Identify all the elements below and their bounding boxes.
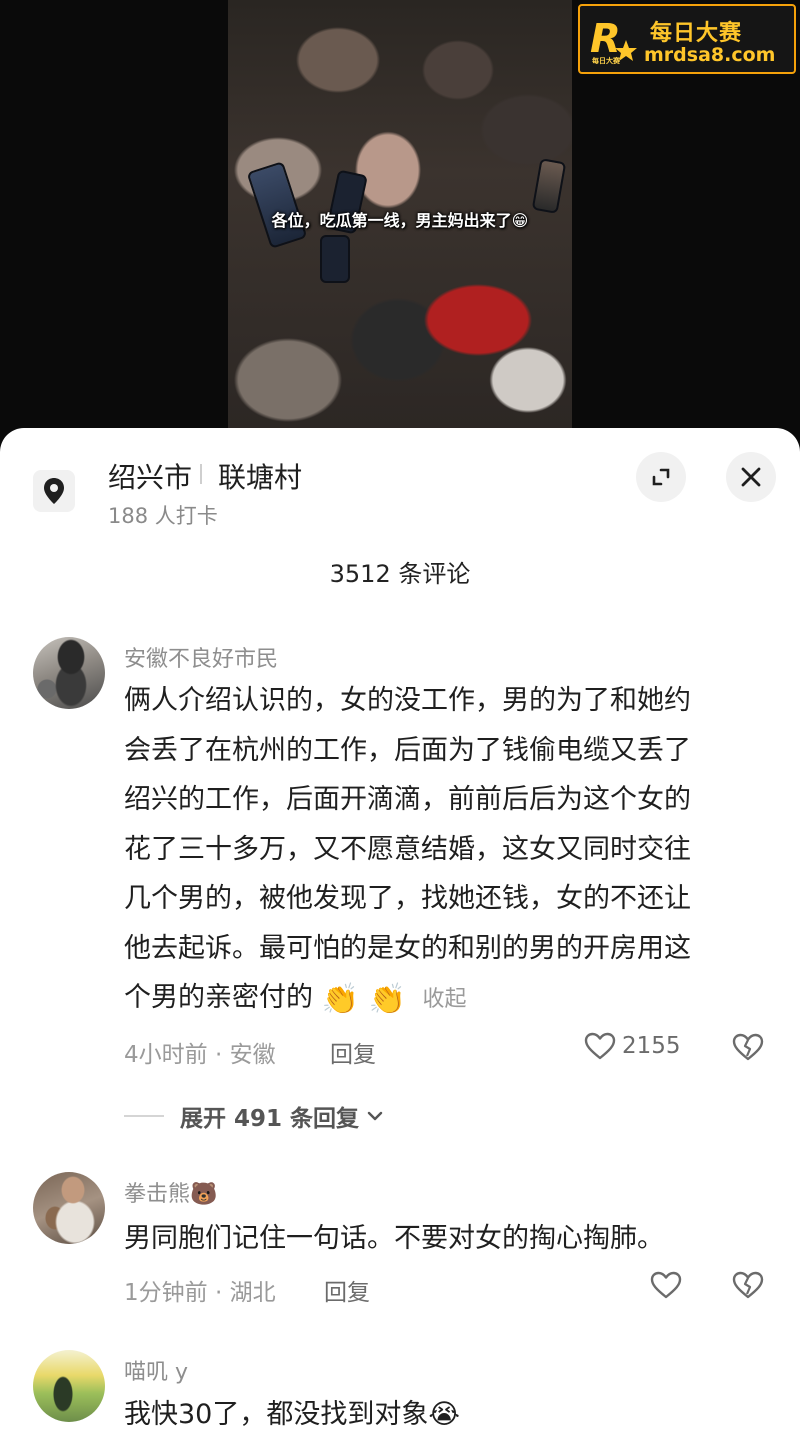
comment-count: 3512 条评论 bbox=[329, 560, 471, 588]
broken-heart-icon bbox=[732, 1033, 764, 1061]
comment-username[interactable]: 安徽不良好市民 bbox=[124, 641, 278, 673]
heart-icon bbox=[650, 1271, 682, 1299]
heart-icon bbox=[584, 1032, 616, 1060]
dislike-button[interactable] bbox=[732, 1270, 764, 1304]
comment-text-line: 会丢了在杭州的工作，后面为了钱偷电缆又丢了 bbox=[124, 734, 691, 766]
location-separator bbox=[200, 464, 202, 484]
comment-meta: 4小时前 · 安徽 bbox=[124, 1042, 276, 1068]
expand-divider bbox=[124, 1115, 164, 1117]
comment-meta: 1分钟前 · 湖北 bbox=[124, 1280, 276, 1306]
comment-text: 男同胞们记住一句话。不要对女的掏心掏肺。 bbox=[124, 1223, 664, 1254]
close-icon bbox=[741, 467, 761, 487]
comment-item: 拳击熊🐻 男同胞们记住一句话。不要对女的掏心掏肺。 1分钟前 · 湖北 回复 bbox=[0, 1172, 800, 1312]
expand-button[interactable] bbox=[636, 452, 686, 502]
like-button[interactable]: 2155 bbox=[584, 1031, 681, 1061]
like-button[interactable] bbox=[650, 1270, 682, 1300]
video-scene-phone bbox=[320, 235, 350, 283]
avatar[interactable] bbox=[33, 1350, 105, 1422]
comment-text-tail: 个男的亲密付的 bbox=[124, 982, 313, 1013]
comment-text-line: 几个男的，被他发现了，找她还钱，女的不还让 bbox=[124, 883, 691, 914]
like-count: 2155 bbox=[622, 1033, 681, 1059]
video-caption: 各位，吃瓜第一线，男主妈出来了😁 bbox=[271, 211, 529, 230]
watermark-small-text: 每日大赛 bbox=[592, 57, 620, 65]
collapse-link[interactable]: 收起 bbox=[422, 987, 466, 1012]
video-scene-phone bbox=[246, 161, 308, 249]
location-pin-icon[interactable] bbox=[33, 470, 75, 512]
reply-button[interactable]: 回复 bbox=[324, 1273, 370, 1307]
expand-icon bbox=[652, 468, 670, 486]
comment-sheet: 绍兴市 联塘村 188 人打卡 3512 条评论 安徽不良好市民 俩人介绍认识的… bbox=[0, 428, 800, 1452]
avatar[interactable] bbox=[33, 637, 105, 709]
avatar[interactable] bbox=[33, 1172, 105, 1244]
comment-text: 俩人介绍认识的，女的没工作，男的为了和她约 会丢了在杭州的工作，后面为了钱偷电缆… bbox=[124, 676, 764, 1025]
watermark-logo: R 每日大赛 每日大赛 mrdsa8.com bbox=[578, 4, 796, 74]
location-city[interactable]: 绍兴市 bbox=[108, 456, 192, 496]
comment-username[interactable]: 拳击熊🐻 bbox=[124, 1176, 217, 1208]
comment-text-line: 俩人介绍认识的，女的没工作，男的为了和她约 bbox=[124, 685, 691, 716]
video-frame[interactable]: 各位，吃瓜第一线，男主妈出来了😁 bbox=[228, 0, 572, 430]
broken-heart-icon bbox=[732, 1271, 764, 1299]
watermark-site: mrdsa8.com bbox=[644, 44, 776, 66]
comment-text-line: 绍兴的工作，后面开滴滴，前前后后为这个女的 bbox=[124, 784, 691, 815]
comment-item: 安徽不良好市民 俩人介绍认识的，女的没工作，男的为了和她约 会丢了在杭州的工作，… bbox=[0, 637, 800, 1132]
expand-replies-label: 展开 491 条回复 bbox=[180, 1106, 360, 1132]
reply-button[interactable]: 回复 bbox=[330, 1035, 376, 1069]
close-button[interactable] bbox=[726, 452, 776, 502]
location-checkins: 188 人打卡 bbox=[108, 504, 218, 528]
comment-text-line: 个男的亲密付的 👏 👏 收起 bbox=[124, 973, 764, 1025]
comment-text: 我快30了，都没找到对象😭 bbox=[124, 1399, 460, 1430]
comment-username[interactable]: 喵叽 y bbox=[124, 1354, 188, 1386]
video-scene-phone bbox=[531, 158, 567, 214]
chevron-down-icon bbox=[367, 1111, 383, 1121]
watermark-title: 每日大赛 bbox=[650, 21, 743, 46]
expand-replies-button[interactable]: 展开 491 条回复 bbox=[124, 1099, 385, 1133]
comment-item: 喵叽 y 我快30了，都没找到对象😭 bbox=[0, 1350, 800, 1450]
comment-text-line: 花了三十多万，又不愿意结婚，这女又同时交往 bbox=[124, 833, 691, 865]
dislike-button[interactable] bbox=[732, 1032, 764, 1066]
location-village[interactable]: 联塘村 bbox=[218, 456, 302, 496]
clapping-emoji: 👏 👏 bbox=[321, 982, 406, 1017]
comment-text-line: 他去起诉。最可怕的是女的和别的男的开房用这 bbox=[124, 932, 691, 964]
